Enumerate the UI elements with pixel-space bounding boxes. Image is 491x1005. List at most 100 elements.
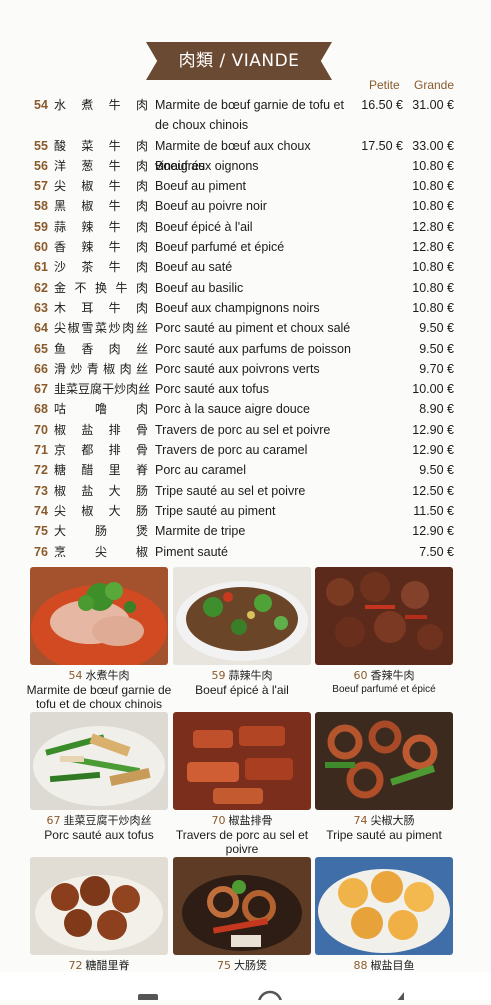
price-petite: 17.50 €: [361, 138, 403, 153]
back-icon[interactable]: [396, 992, 404, 1002]
item-chinese-name: 酸菜牛肉: [54, 138, 148, 153]
item-chinese-name: 金不换牛肉: [54, 280, 148, 295]
price-grande: 10.00 €: [412, 382, 454, 397]
dish-photo-72: [30, 857, 168, 955]
dish-photo-75: [173, 857, 311, 955]
price-grande: 9.50 €: [419, 321, 454, 336]
caption-num: 88: [353, 959, 368, 972]
price-grande: 7.50 €: [419, 544, 454, 559]
caption-60: 60 香辣牛肉 Boeuf parfumé et épicé: [309, 669, 459, 697]
item-french-name: Porc sauté au piment et choux salé: [155, 321, 351, 336]
price-grande: 12.90 €: [412, 443, 454, 457]
item-number: 67: [34, 382, 48, 397]
menu-item: 57 尖椒牛肉 Boeuf au piment 10.80 €: [0, 176, 491, 196]
price-grande: 10.80 €: [412, 158, 454, 173]
item-french-name: Piment sauté: [155, 544, 228, 559]
item-number: 72: [34, 463, 48, 478]
dish-photo-74: [315, 712, 453, 810]
price-grande: 8.90 €: [419, 402, 454, 417]
item-number: 70: [34, 422, 48, 437]
caption-fr: Boeuf épicé à l'ail: [195, 683, 289, 697]
caption-54: 54 水煮牛肉 Marmite de bœuf garnie de tofu et…: [24, 669, 174, 711]
caption-zh: 韭菜豆腐干炒肉丝: [63, 814, 152, 827]
caption-num: 59: [211, 669, 226, 682]
dish-photo-67: [30, 712, 168, 810]
price-grande: 9.70 €: [419, 361, 454, 376]
item-french-name: Boeuf épicé à l'ail: [155, 219, 253, 234]
dish-photo-59: [173, 567, 311, 665]
caption-num: 70: [211, 814, 226, 827]
price-grande: 33.00 €: [412, 138, 454, 153]
price-grande: 31.00 €: [412, 98, 454, 112]
item-number: 63: [34, 300, 48, 315]
price-grande: 10.80 €: [412, 260, 454, 275]
item-chinese-name: 黑椒牛肉: [54, 199, 148, 214]
item-number: 59: [34, 219, 48, 234]
menu-item: 65 鱼香肉丝 Porc sauté aux parfums de poisson 9…: [0, 339, 491, 359]
price-grande: 10.80 €: [412, 280, 454, 295]
menu-item: 64 尖椒雪菜炒肉丝 Porc sauté au piment et choux s…: [0, 318, 491, 338]
caption-num: 67: [46, 814, 61, 827]
item-chinese-name: 蒜辣牛肉: [54, 219, 148, 234]
menu-item: 68 咕噜肉 Porc à la sauce aigre douce 8.90 €: [0, 399, 491, 419]
item-french-name: Porc sauté aux parfums de poisson: [155, 341, 351, 356]
item-number: 76: [34, 544, 48, 559]
grande-header: Grande: [414, 78, 455, 92]
item-number: 65: [34, 341, 48, 356]
menu-item: 56 洋葱牛肉 Boeuf aux oignons 10.80 €: [0, 156, 491, 176]
caption-74: 74 尖椒大肠 Tripe sauté au piment: [309, 814, 459, 842]
price-grande: 12.90 €: [412, 422, 454, 437]
item-chinese-name: 咕噜肉: [54, 402, 148, 417]
item-number: 60: [34, 240, 48, 254]
caption-67: 67 韭菜豆腐干炒肉丝 Porc sauté aux tofus: [24, 814, 174, 842]
menu-item: 70 椒盐排骨 Travers de porc au sel et poivre 12…: [0, 420, 491, 440]
price-grande: 10.80 €: [412, 300, 454, 315]
item-chinese-name: 尖椒牛肉: [54, 179, 148, 194]
item-number: 61: [34, 260, 48, 275]
item-chinese-name: 沙茶牛肉: [54, 260, 148, 275]
caption-zh: 椒盐目鱼: [370, 959, 415, 972]
caption-num: 60: [353, 669, 368, 682]
caption-zh: 糖醋里脊: [85, 959, 130, 972]
item-french-name: Boeuf aux champignons noirs: [155, 300, 320, 315]
recents-icon[interactable]: [138, 994, 158, 1004]
item-number: 57: [34, 179, 48, 194]
item-french-name: Travers de porc au sel et poivre: [155, 422, 331, 437]
item-chinese-name: 椒盐大肠: [54, 483, 148, 498]
item-french-name: Boeuf au basilic: [155, 280, 244, 295]
item-chinese-name: 滑炒青椒肉丝: [54, 361, 148, 376]
item-number: 74: [34, 503, 48, 518]
item-chinese-name: 椒盐排骨: [54, 422, 148, 437]
price-grande: 12.80 €: [412, 240, 454, 254]
dish-photo-54: [30, 567, 168, 665]
item-number: 55: [34, 138, 48, 153]
menu-item: 76 烹尖椒 Piment sauté 7.50 €: [0, 542, 491, 562]
menu-item: 74 尖椒大肠 Tripe sauté au piment 11.50 €: [0, 501, 491, 521]
item-french-name: Porc à la sauce aigre douce: [155, 402, 310, 417]
caption-fr: Travers de porc au sel et poivre: [175, 828, 309, 856]
caption-zh: 椒盐排骨: [228, 814, 273, 827]
item-french-name: Marmite de bœuf garnie de tofu et de cho…: [155, 98, 344, 132]
menu-item: 58 黑椒牛肉 Boeuf au poivre noir 10.80 €: [0, 196, 491, 216]
item-number: 75: [34, 524, 48, 539]
menu-item: 71 京都排骨 Travers de porc au caramel 12.90 €: [0, 440, 491, 460]
caption-zh: 蒜辣牛肉: [228, 669, 273, 682]
caption-zh: 香辣牛肉: [370, 669, 415, 682]
petite-header: Petite: [369, 78, 400, 92]
caption-zh: 水煮牛肉: [85, 669, 130, 682]
item-french-name: Porc sauté aux poivrons verts: [155, 361, 320, 376]
dish-photo-88: [315, 857, 453, 955]
item-chinese-name: 糖醋里脊: [54, 463, 148, 478]
item-number: 68: [34, 402, 48, 417]
item-chinese-name: 水煮牛肉: [54, 98, 148, 112]
item-french-name: Boeuf au saté: [155, 260, 233, 275]
item-number: 62: [34, 280, 48, 295]
home-icon[interactable]: [257, 990, 283, 1005]
item-chinese-name: 大肠煲: [54, 524, 148, 539]
caption-num: 74: [353, 814, 368, 827]
price-grande: 9.50 €: [419, 463, 454, 478]
item-number: 64: [34, 321, 48, 336]
item-french-name: Travers de porc au caramel: [155, 443, 308, 457]
caption-fr: Tripe sauté au piment: [326, 828, 442, 842]
item-chinese-name: 烹尖椒: [54, 544, 148, 559]
